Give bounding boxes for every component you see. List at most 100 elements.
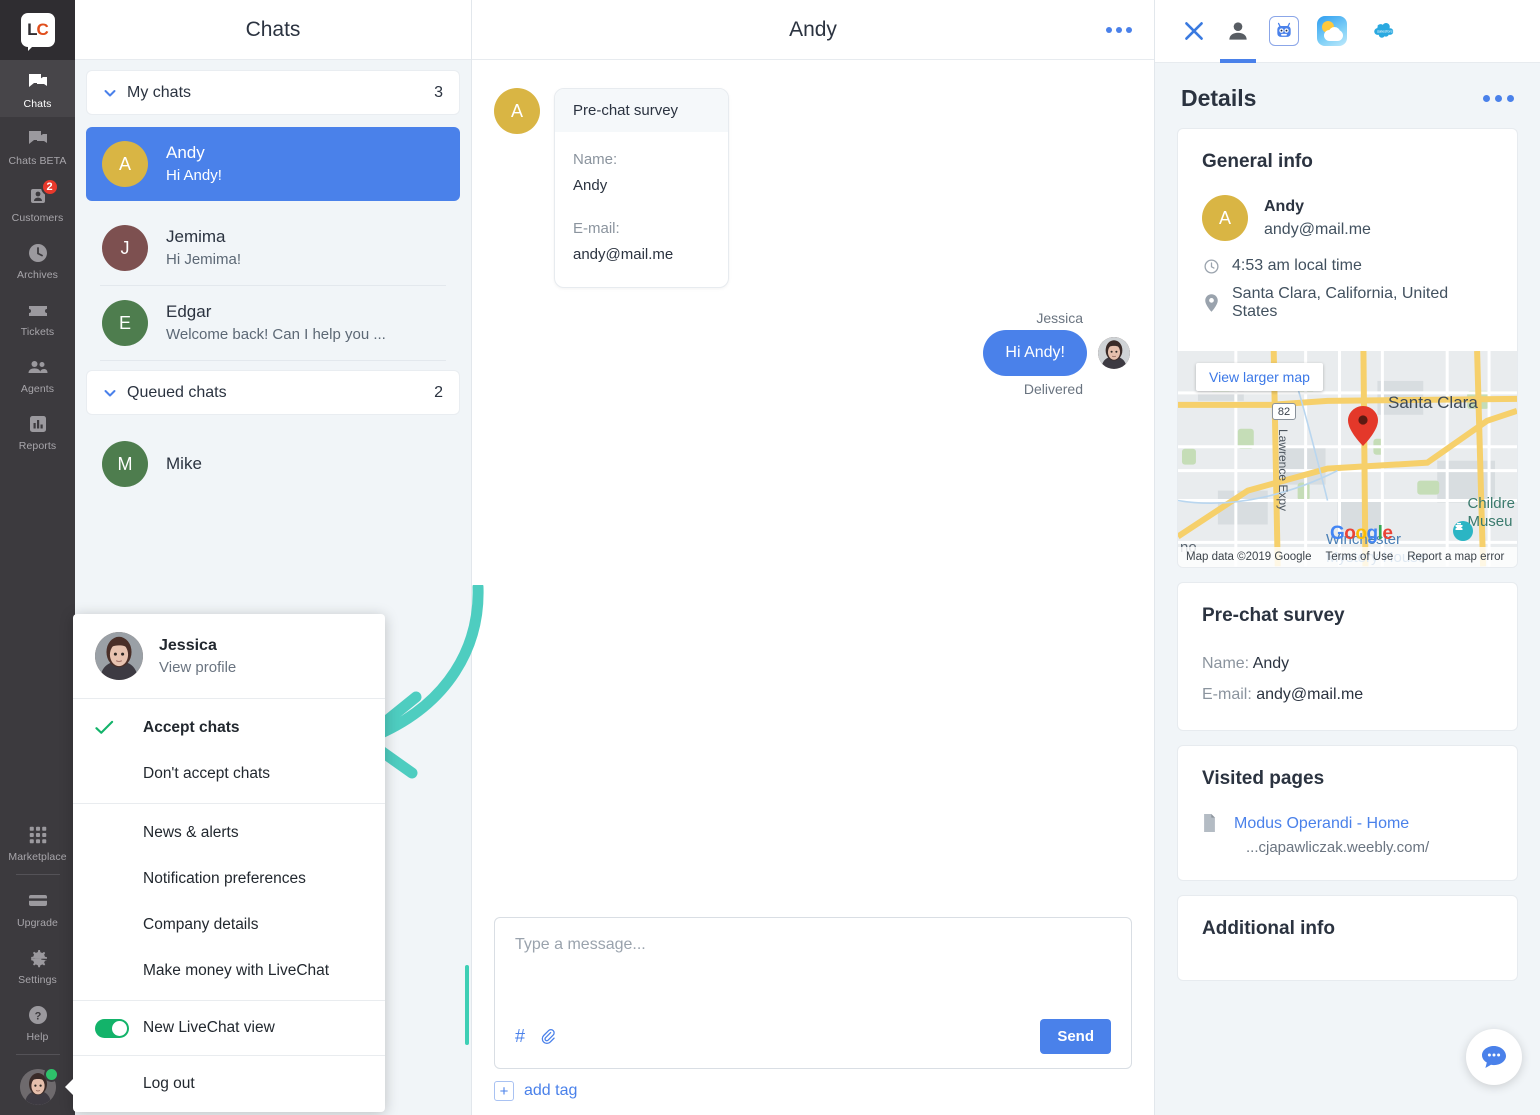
visited-pages-body: Visited pages Modus Operandi - Home ...c…: [1178, 746, 1517, 880]
sidebar-item-chats[interactable]: Chats: [0, 60, 75, 117]
sidebar-item-reports[interactable]: Reports: [0, 402, 75, 459]
map-label-expressway: Lawrence Expy: [1276, 429, 1290, 512]
livechat-app: LC Chats Chats BETA 2 Customers Archives…: [0, 0, 1540, 1115]
menu-item-label: News & alerts: [143, 824, 239, 841]
menu-item-company-details[interactable]: Company details: [73, 902, 385, 948]
outgoing-message-block: Jessica Hi Andy! Delivered: [494, 310, 1132, 397]
menu-profile-text: Jessica View profile: [159, 634, 236, 679]
chat-bubble-icon: [1482, 1046, 1506, 1068]
additional-info-body: Additional info: [1178, 896, 1517, 980]
avatar-initial: M: [117, 453, 133, 474]
chat-item-name: Mike: [166, 453, 202, 473]
survey-card-header: Pre-chat survey: [555, 89, 728, 132]
menu-item-notification-preferences[interactable]: Notification preferences: [73, 856, 385, 902]
general-info-body: General info A Andy andy@mail.me 4:53 am…: [1178, 129, 1517, 351]
cloud-icon: [1324, 30, 1343, 41]
sidebar-item-archives[interactable]: Archives: [0, 231, 75, 288]
sidebar-label-chats: Chats: [23, 98, 52, 110]
app-logo[interactable]: LC: [0, 0, 75, 60]
menu-profile-row[interactable]: Jessica View profile: [73, 614, 385, 698]
canned-response-icon[interactable]: #: [515, 1026, 525, 1047]
sidebar-label-tickets: Tickets: [20, 326, 55, 338]
sidebar-item-upgrade[interactable]: Upgrade: [0, 879, 75, 936]
avatar-initial: A: [1218, 207, 1231, 228]
menu-links-section: News & alerts Notification preferences C…: [73, 804, 385, 1000]
sidebar-item-settings[interactable]: Settings: [0, 936, 75, 993]
conversation-more-menu[interactable]: [1106, 26, 1132, 33]
group-label-queued-chats: Queued chats: [127, 383, 227, 401]
toggle-switch[interactable]: [95, 1018, 143, 1038]
group-header-my-chats[interactable]: My chats 3: [86, 70, 460, 115]
survey-name-value: Andy: [573, 176, 608, 194]
group-header-queued-chats[interactable]: Queued chats 2: [86, 370, 460, 415]
map-attribution: Map data ©2019 Google: [1186, 551, 1312, 564]
sidebar-item-chats-beta[interactable]: Chats BETA: [0, 117, 75, 174]
weather-app-icon[interactable]: [1317, 0, 1347, 63]
person-icon[interactable]: [1220, 0, 1256, 63]
sidebar-item-customers[interactable]: 2 Customers: [0, 174, 75, 231]
chat-list-item-andy[interactable]: A Andy Hi Andy!: [86, 127, 460, 201]
chat-list-item-jemima[interactable]: J Jemima Hi Jemima!: [86, 211, 460, 285]
chat-item-preview: Hi Andy!: [166, 166, 222, 184]
map-label-city: Santa Clara: [1388, 393, 1478, 413]
chats-icon: [25, 69, 51, 95]
sidebar-label-customers: Customers: [11, 212, 64, 224]
sidebar-label-upgrade: Upgrade: [17, 917, 58, 929]
message-input[interactable]: Type a message...: [515, 936, 1111, 1019]
menu-item-logout[interactable]: Log out: [73, 1056, 385, 1112]
menu-item-label: Make money with LiveChat: [143, 962, 330, 979]
paperclip-icon[interactable]: [539, 1028, 556, 1045]
sidebar-item-help[interactable]: ? Help: [0, 993, 75, 1050]
chat-list-item-edgar[interactable]: E Edgar Welcome back! Can I help you ...: [86, 286, 460, 360]
page-document-icon: [1202, 812, 1220, 837]
visited-page-link[interactable]: Modus Operandi - Home: [1234, 812, 1429, 836]
add-tag-row[interactable]: + add tag: [472, 1081, 1154, 1115]
message-status: Delivered: [1023, 381, 1083, 397]
agent-avatar-button[interactable]: [0, 1059, 76, 1115]
map-attribution-bar: Map data ©2019 Google Terms of Use Repor…: [1178, 547, 1517, 568]
menu-item-make-money[interactable]: Make money with LiveChat: [73, 948, 385, 994]
chat-list-scrollbar[interactable]: [465, 965, 469, 1045]
map-terms-link[interactable]: Terms of Use: [1325, 551, 1393, 563]
group-count-queued-chats: 2: [434, 383, 443, 401]
location-pin-icon: [1202, 294, 1220, 313]
menu-item-dont-accept-chats[interactable]: Don't accept chats: [73, 751, 385, 797]
view-larger-map-button[interactable]: View larger map: [1196, 363, 1323, 392]
avatar: [95, 632, 143, 680]
bot-icon[interactable]: [1269, 0, 1299, 63]
menu-view-profile-link[interactable]: View profile: [159, 657, 236, 679]
menu-profile-name: Jessica: [159, 636, 217, 654]
location-map[interactable]: 82 Lawrence Expy View larger map Santa C…: [1178, 351, 1517, 568]
logo-letter-c: C: [36, 20, 49, 39]
chat-widget-fab[interactable]: [1466, 1029, 1522, 1085]
add-tag-label[interactable]: add tag: [524, 1082, 577, 1100]
additional-info-title: Additional info: [1202, 918, 1335, 940]
chat-list-item-mike[interactable]: M Mike: [86, 427, 460, 501]
sidebar-item-tickets[interactable]: Tickets: [0, 288, 75, 345]
sidebar-item-agents[interactable]: Agents: [0, 345, 75, 402]
customer-identity: A Andy andy@mail.me: [1202, 195, 1493, 242]
menu-item-news-alerts[interactable]: News & alerts: [73, 810, 385, 856]
gear-icon: [25, 945, 51, 971]
details-title-row: Details: [1155, 63, 1540, 128]
salesforce-icon[interactable]: salesforce: [1365, 0, 1407, 63]
message-composer[interactable]: Type a message... # Send: [494, 917, 1132, 1069]
plus-icon: +: [494, 1081, 514, 1101]
survey-card-body: Name: Andy E-mail: andy@mail.me: [555, 132, 728, 287]
close-icon[interactable]: [1181, 0, 1207, 63]
conversation-header: Andy: [472, 0, 1154, 60]
clock-icon: [1202, 258, 1220, 275]
sidebar-label-archives: Archives: [16, 269, 59, 281]
details-more-menu[interactable]: [1483, 95, 1514, 102]
customers-icon: 2: [25, 178, 59, 209]
menu-item-label: Company details: [143, 916, 259, 933]
menu-item-accept-chats[interactable]: Accept chats: [73, 705, 385, 751]
additional-info-card: Additional info: [1177, 895, 1518, 982]
map-report-link[interactable]: Report a map error: [1407, 551, 1504, 563]
local-time-text: 4:53 am local time: [1232, 257, 1362, 275]
menu-item-new-livechat-view[interactable]: New LiveChat view: [73, 1001, 385, 1055]
details-panel: salesforce Details General info A Andy a…: [1155, 0, 1540, 1115]
survey-email-label: E-mail:: [573, 220, 620, 237]
sidebar-item-marketplace[interactable]: Marketplace: [0, 813, 75, 870]
send-button[interactable]: Send: [1040, 1019, 1111, 1054]
